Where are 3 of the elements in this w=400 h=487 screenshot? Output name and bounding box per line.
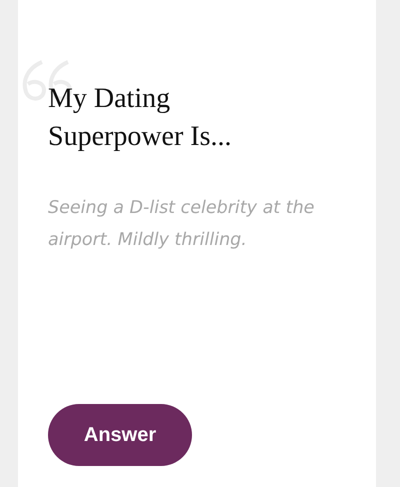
answer-button[interactable]: Answer: [48, 404, 192, 466]
answer-text: Seeing a D-list celebrity at the airport. Mildly thrilling.: [48, 197, 316, 252]
question-title: My Dating Superpower Is...: [48, 82, 233, 154]
